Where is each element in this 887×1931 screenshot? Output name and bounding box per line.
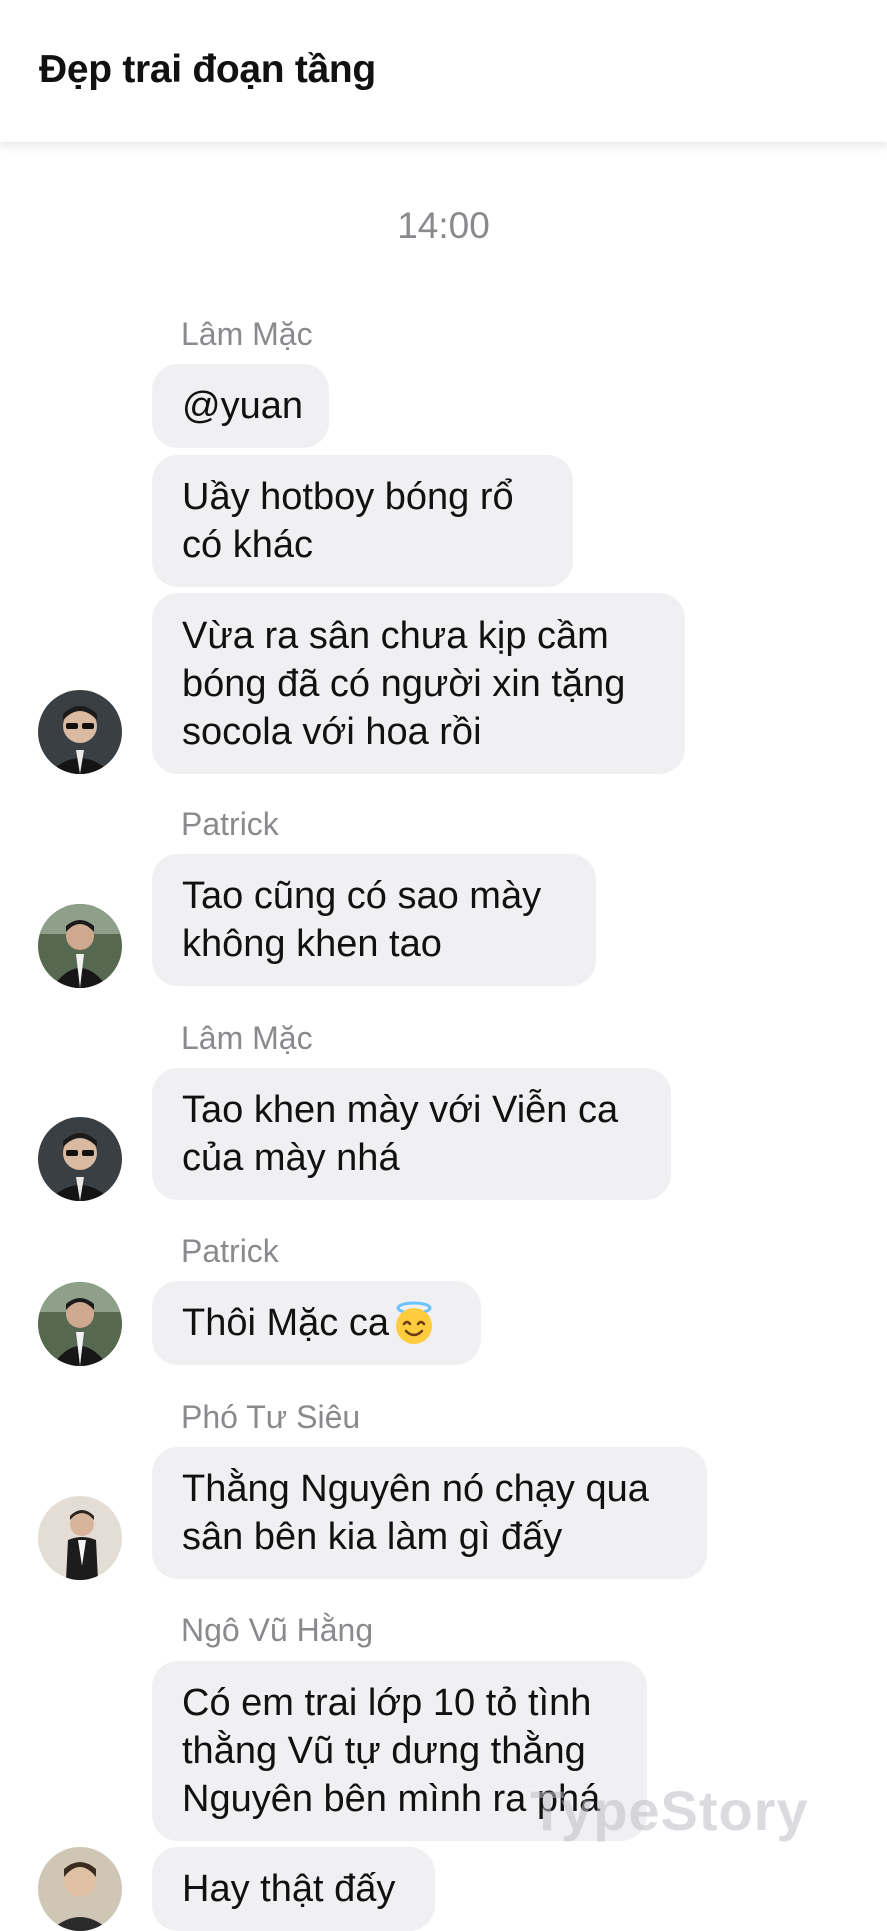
avatar[interactable] [38,1496,122,1580]
message-text: @yuan [182,385,303,427]
message-text: Uầy hotboy bóng rổ có khác [182,476,514,566]
sender-name: Patrick [181,806,279,842]
avatar[interactable] [38,1117,122,1201]
message-text: Tao khen mày với Viễn ca của mày nhá [182,1089,619,1179]
message-timestamp: 14:00 [397,205,490,246]
message-text: Vừa ra sân chưa kịp cầm bóng đã có người… [182,614,626,753]
watermark: TypeStory [530,1779,809,1842]
sender-name: Lâm Mặc [181,316,313,352]
message-bubble[interactable]: Tao cũng có sao mày không khen tao [152,854,596,986]
message-bubble[interactable]: Vừa ra sân chưa kịp cầm bóng đã có người… [152,593,685,774]
avatar[interactable] [38,1282,122,1366]
sender-name: Lâm Mặc [181,1020,313,1056]
chat-header: Đẹp trai đoạn tầng [0,0,887,142]
message-bubble[interactable]: Thằng Nguyên nó chạy qua sân bên kia làm… [152,1447,707,1579]
message-text: Thằng Nguyên nó chạy qua sân bên kia làm… [182,1468,649,1558]
message-text: Thôi Mặc ca [182,1302,389,1344]
smiling-face-with-halo-icon [395,1301,432,1344]
message-bubble[interactable]: Thôi Mặc ca [152,1281,481,1365]
message-bubble[interactable]: Uầy hotboy bóng rổ có khác [152,455,573,587]
sender-name: Patrick [181,1233,279,1269]
sender-name: Phó Tư Siêu [181,1399,361,1435]
avatar[interactable] [38,1847,122,1931]
chat-title[interactable]: Đẹp trai đoạn tầng [39,48,376,92]
message-bubble[interactable]: Hay thật đấy [152,1847,435,1931]
avatar[interactable] [38,690,122,774]
message-text: Hay thật đấy [182,1868,396,1910]
sender-name: Ngô Vũ Hằng [181,1612,374,1648]
avatar[interactable] [38,904,122,988]
message-bubble[interactable]: @yuan [152,364,329,448]
message-bubble[interactable]: Tao khen mày với Viễn ca của mày nhá [152,1068,671,1200]
message-text: Tao cũng có sao mày không khen tao [182,875,542,965]
